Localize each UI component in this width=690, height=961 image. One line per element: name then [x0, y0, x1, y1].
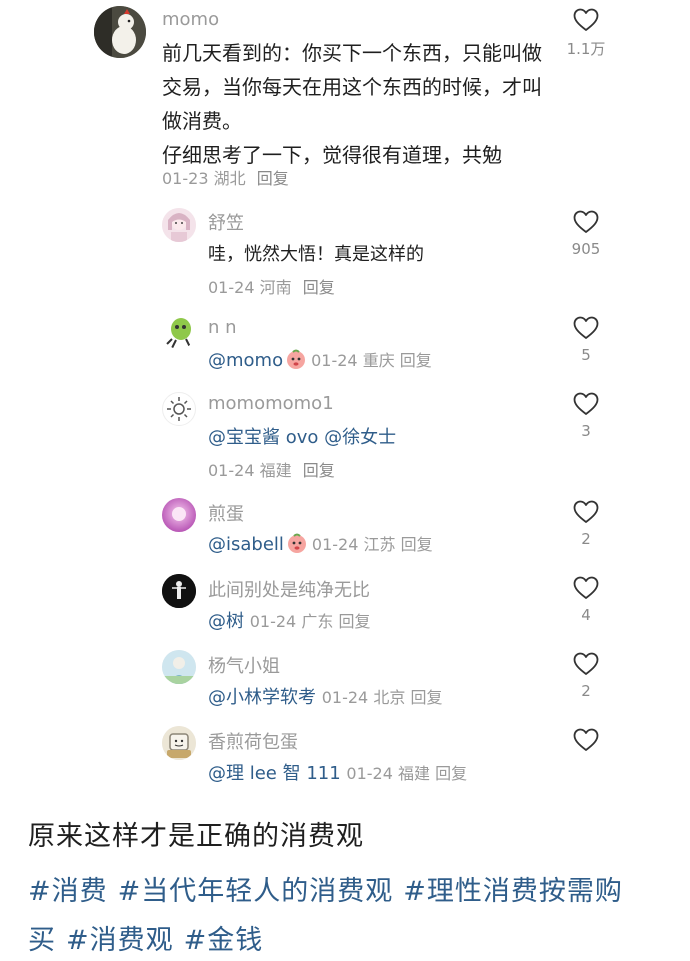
reply-text: 哇，恍然大悟！真是这样的 [208, 244, 424, 265]
reply-meta: 01-24 河南 回复 [208, 278, 335, 297]
hashtag-link[interactable]: #消费观 [66, 925, 174, 956]
reply-text: @isabell 01-24 江苏 回复 [208, 533, 433, 555]
reply-username[interactable]: 杨气小姐 [208, 652, 280, 678]
like-count: 3 [581, 422, 591, 440]
heart-outline-icon [573, 728, 599, 751]
heart-outline-icon [573, 392, 599, 415]
mention-link[interactable]: @理 lee 智 111 [208, 763, 341, 784]
avatar[interactable] [162, 392, 196, 426]
reply-text: @小林学软考 01-24 北京 回复 [208, 687, 443, 708]
reply-button[interactable]: 回复 [257, 169, 289, 188]
like-count: 1.1万 [566, 40, 606, 58]
comment-text: 前几天看到的：你买下一个东西，只能叫做 交易，当你每天在用这个东西的时候，才叫 … [162, 41, 542, 167]
heart-outline-icon [573, 316, 599, 339]
reply-text: @树 01-24 广东 回复 [208, 611, 371, 632]
reply-button[interactable]: 回复 [401, 535, 433, 554]
comment-date: 01-23 [162, 169, 209, 188]
like-button[interactable]: 2 [564, 652, 608, 700]
avatar[interactable] [94, 6, 146, 58]
reply-button[interactable]: 回复 [303, 461, 335, 480]
reply-button[interactable]: 回复 [303, 278, 335, 297]
mention-link[interactable]: @小林学软考 [208, 687, 316, 708]
comment-username[interactable]: momo [162, 9, 219, 30]
heart-outline-icon [573, 500, 599, 523]
hashtag-link-continued[interactable]: 买 [28, 925, 56, 956]
mention-link[interactable]: @树 [208, 611, 244, 632]
reply-username[interactable]: momomomo1 [208, 393, 334, 414]
avatar[interactable] [162, 574, 196, 608]
reply-username[interactable]: 舒笠 [208, 209, 244, 235]
heart-outline-icon [573, 210, 599, 233]
like-count: 2 [581, 530, 591, 548]
hashtag-link[interactable]: #金钱 [184, 925, 264, 956]
like-button[interactable]: 905 [564, 210, 608, 258]
avatar[interactable] [162, 726, 196, 760]
comment-thread-page: momo 前几天看到的：你买下一个东西，只能叫做 交易，当你每天在用这个东西的时… [0, 0, 690, 961]
reply-text: @momo 01-24 重庆 回复 [208, 349, 432, 371]
heart-outline-icon [573, 652, 599, 675]
post-text: 原来这样才是正确的消费观 [28, 821, 364, 852]
avatar[interactable] [162, 208, 196, 242]
hashtag-list: #消费 #当代年轻人的消费观 #理性消费按需购买 #消费观 #金钱 [28, 867, 668, 961]
reply-button[interactable]: 回复 [410, 688, 442, 707]
avatar[interactable] [162, 498, 196, 532]
like-count: 905 [571, 240, 601, 258]
main-comment: momo 前几天看到的：你买下一个东西，只能叫做 交易，当你每天在用这个东西的时… [0, 0, 690, 200]
reply-button[interactable]: 回复 [400, 351, 432, 370]
mention-link[interactable]: @宝宝酱 ovo @徐女士 [208, 427, 396, 448]
like-button[interactable]: 2 [564, 500, 608, 548]
reply-username[interactable]: 此间别处是纯净无比 [208, 576, 370, 602]
like-count: 2 [581, 682, 591, 700]
mention-link[interactable]: @momo [208, 350, 283, 371]
avatar[interactable] [162, 650, 196, 684]
mention-link[interactable]: @isabell [208, 534, 284, 555]
reply-username[interactable]: n n [208, 317, 237, 338]
divider [0, 800, 690, 801]
comment-location: 湖北 [213, 169, 246, 188]
like-count: 5 [581, 346, 591, 364]
reply-text: @理 lee 智 111 01-24 福建 回复 [208, 763, 468, 784]
like-button[interactable]: 1.1万 [564, 8, 608, 59]
emoji-face-icon [287, 349, 306, 369]
reply-meta: 01-24 福建 回复 [208, 461, 335, 480]
hashtag-link[interactable]: #理性消费按需购 [403, 876, 623, 907]
reply-button[interactable]: 回复 [338, 612, 370, 631]
like-button[interactable]: 3 [564, 392, 608, 440]
heart-outline-icon [573, 576, 599, 599]
like-button[interactable] [564, 728, 608, 758]
like-button[interactable]: 4 [564, 576, 608, 624]
reply-username[interactable]: 香煎荷包蛋 [208, 728, 298, 754]
heart-outline-icon [573, 8, 599, 31]
avatar[interactable] [162, 315, 196, 349]
hashtag-link[interactable]: #消费 [28, 876, 108, 907]
reply-text: @宝宝酱 ovo @徐女士 [208, 423, 396, 449]
like-count: 4 [581, 606, 591, 624]
reply-username[interactable]: 煎蛋 [208, 500, 244, 526]
reply-button[interactable]: 回复 [435, 764, 467, 783]
like-button[interactable]: 5 [564, 316, 608, 364]
emoji-face-icon [287, 533, 306, 553]
comment-meta: 01-23 湖北 回复 [162, 165, 289, 189]
hashtag-link[interactable]: #当代年轻人的消费观 [118, 876, 394, 907]
